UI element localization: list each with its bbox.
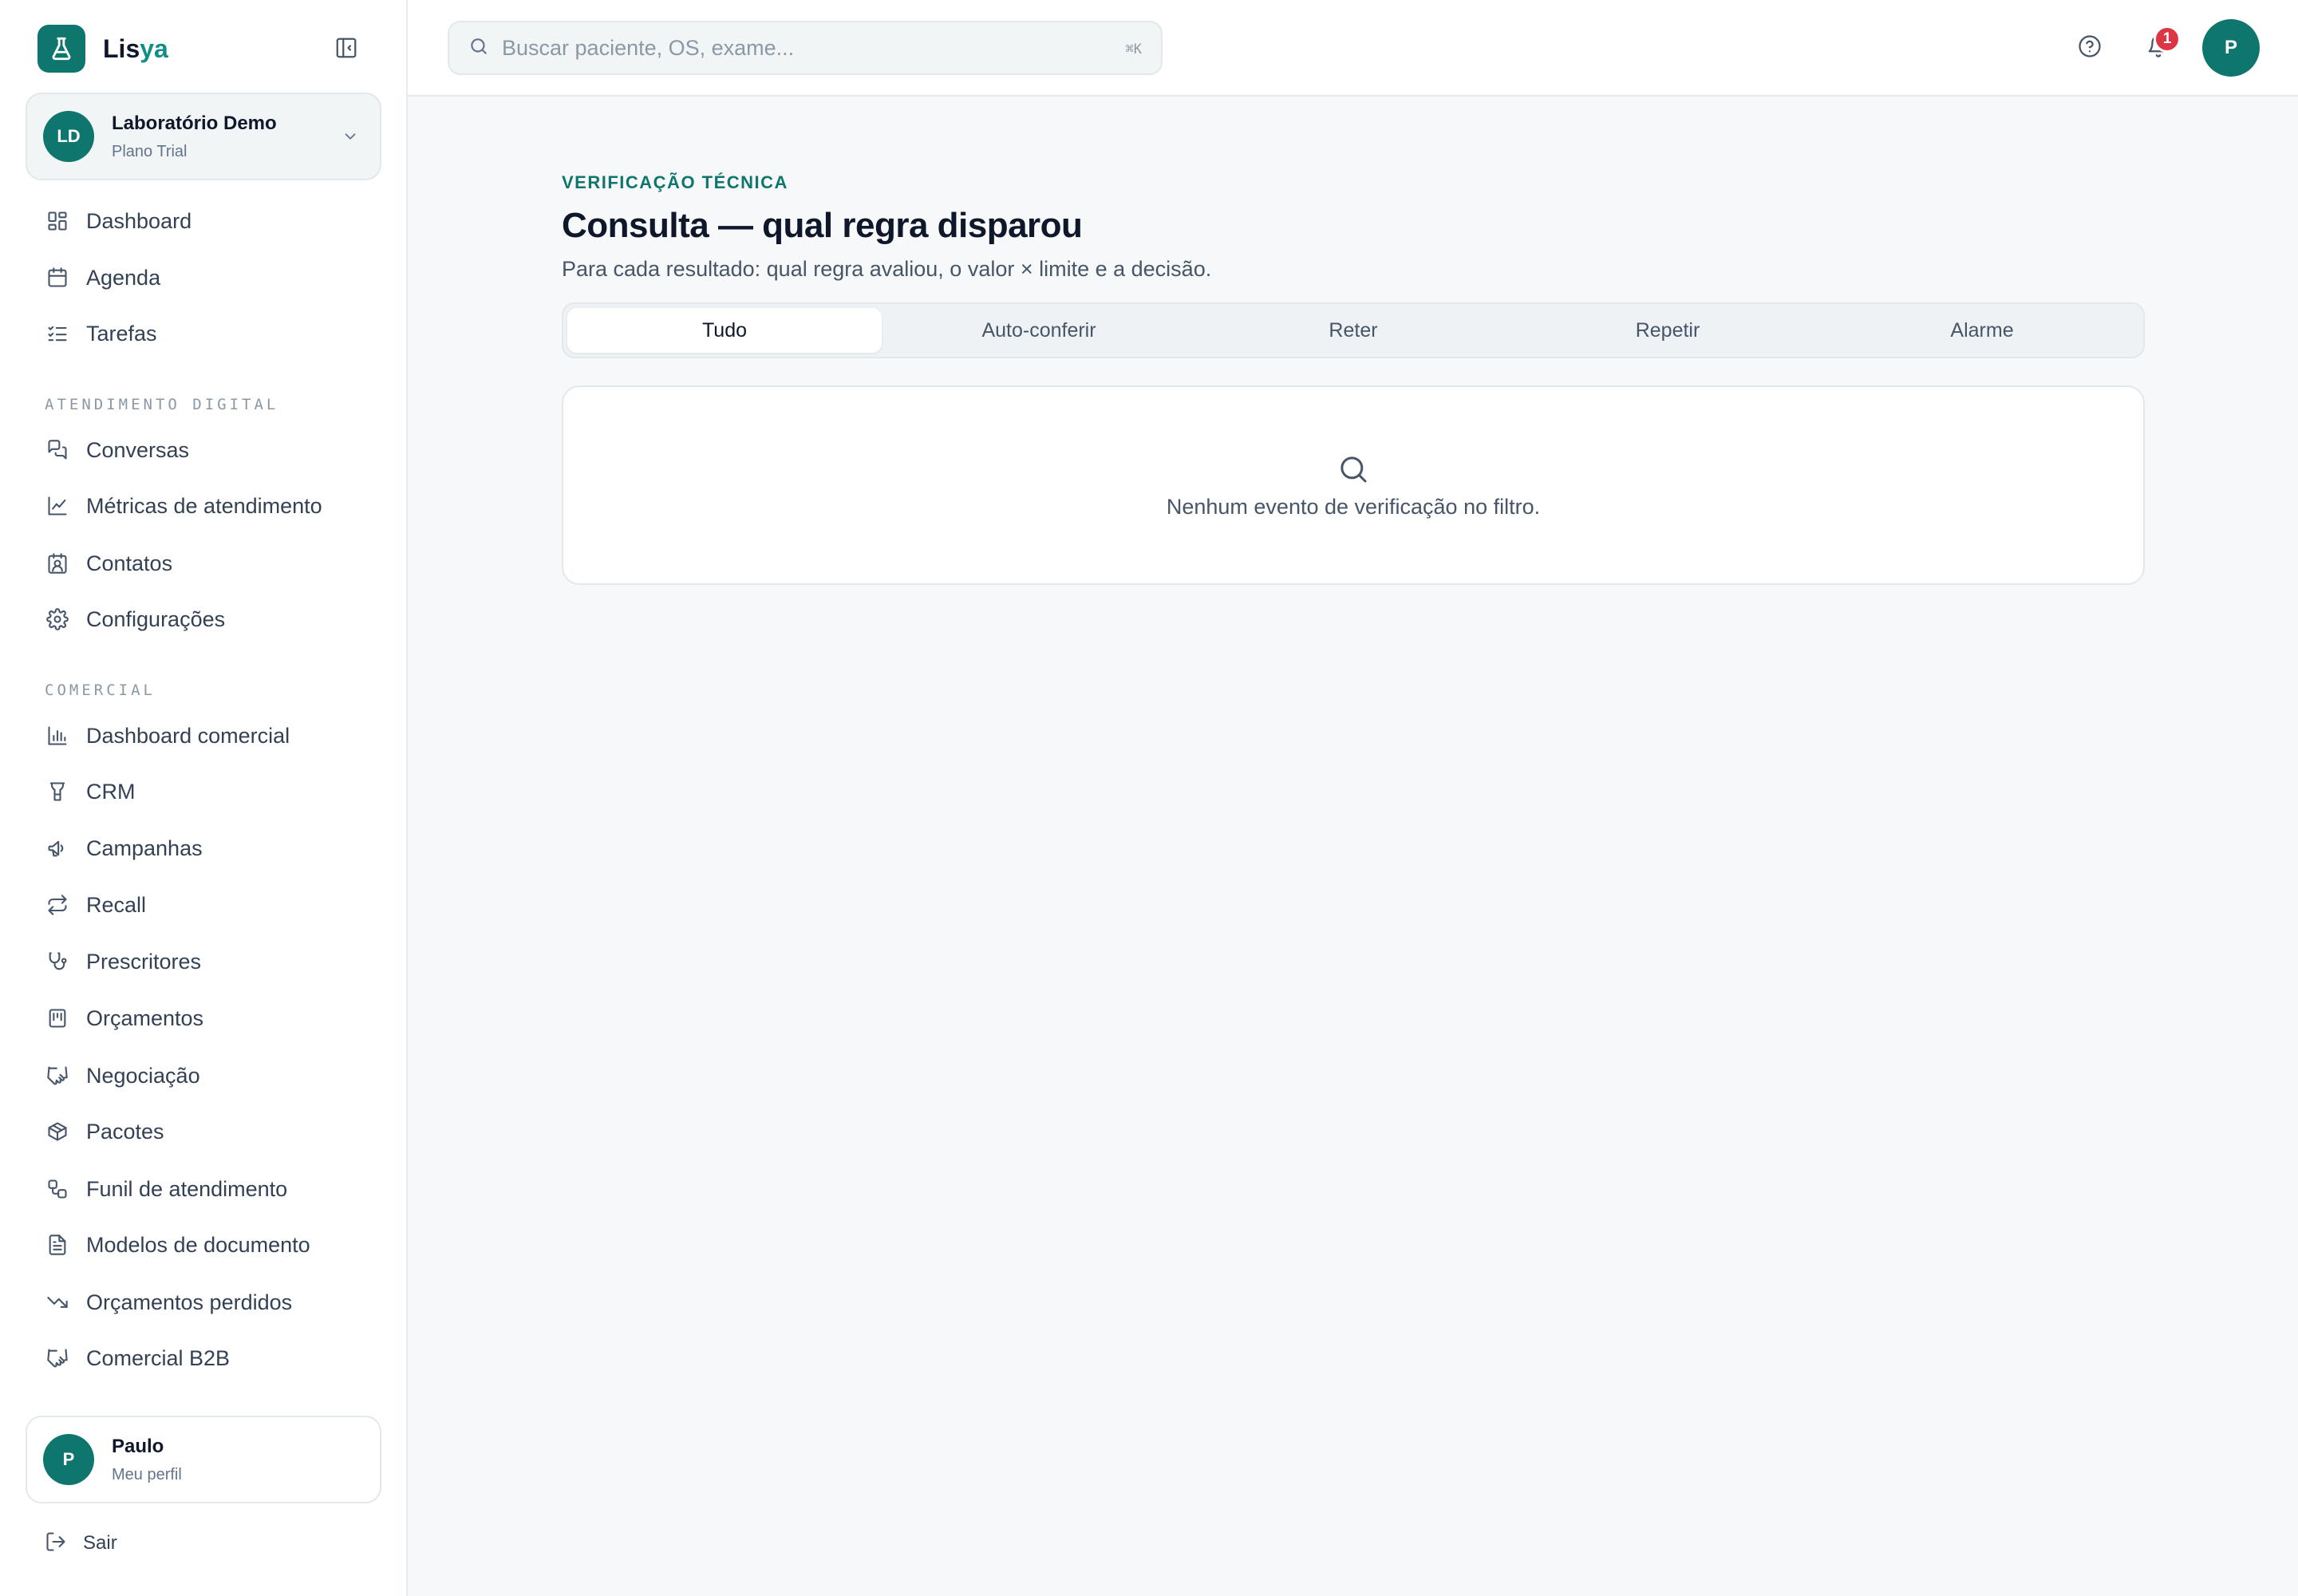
help-circle-icon <box>2078 34 2102 62</box>
tab-alarme[interactable]: Alarme <box>1825 308 2139 353</box>
logout-button[interactable]: Sair <box>32 1521 117 1566</box>
org-plan: Plano Trial <box>112 142 188 160</box>
flask-icon <box>38 25 85 73</box>
sidebar-item-pacotes[interactable]: Pacotes <box>32 1109 383 1154</box>
chevron-down-icon <box>338 124 362 148</box>
list-checks-icon <box>45 321 70 346</box>
search-icon <box>468 36 489 61</box>
sidebar-item-contatos[interactable]: Contatos <box>32 541 383 586</box>
page-title: Consulta — qual regra disparou <box>562 206 1083 245</box>
org-switcher[interactable]: LD Laboratório Demo Plano Trial <box>26 93 381 180</box>
gear-icon <box>45 606 70 632</box>
repeat-icon <box>45 892 70 918</box>
user-profile-card[interactable]: P Paulo Meu perfil <box>26 1416 381 1503</box>
line-chart-icon <box>45 493 70 519</box>
file-text-icon <box>45 1232 70 1258</box>
contact-icon <box>45 551 70 576</box>
panel-left-close-icon <box>334 36 358 64</box>
search-input[interactable] <box>502 35 1108 61</box>
filter-tabs: Tudo Auto-conferir Reter Repetir Alarme <box>562 302 2145 358</box>
sidebar-item-orcamentos-perdidos[interactable]: Orçamentos perdidos <box>32 1280 383 1325</box>
package-icon <box>45 1119 70 1144</box>
user-profile-link: Meu perfil <box>112 1465 182 1483</box>
sidebar-item-dashboard[interactable]: Dashboard <box>32 199 383 243</box>
trending-down-icon <box>45 1290 70 1315</box>
org-name: Laboratório Demo <box>112 112 277 134</box>
empty-state-message: Nenhum evento de verificação no filtro. <box>1166 494 1541 519</box>
help-button[interactable] <box>2074 32 2106 64</box>
section-label-atendimento-digital: ATENDIMENTO DIGITAL <box>45 396 279 413</box>
sidebar-item-funil-de-atendimento[interactable]: Funil de atendimento <box>32 1167 383 1211</box>
stethoscope-icon <box>45 949 70 974</box>
handshake-icon <box>45 1063 70 1088</box>
log-out-icon <box>45 1531 67 1557</box>
tab-auto-conferir[interactable]: Auto-conferir <box>882 308 1196 353</box>
sidebar: Lisya LD Laboratório Demo Plano Trial Da… <box>0 0 408 1596</box>
messages-icon <box>45 437 70 463</box>
page-subtitle: Para cada resultado: qual regra avaliou,… <box>562 257 1212 281</box>
layout-dashboard-icon <box>45 208 70 234</box>
user-name: Paulo <box>112 1435 164 1457</box>
sidebar-item-conversas[interactable]: Conversas <box>32 428 383 472</box>
main-content: VERIFICAÇÃO TÉCNICA Consulta — qual regr… <box>562 172 2145 585</box>
account-avatar-button[interactable]: P <box>2202 19 2260 77</box>
sidebar-item-comercial-b2b[interactable]: Comercial B2B <box>32 1336 383 1381</box>
top-bar: ⌘K 1 P <box>408 0 2298 97</box>
sidebar-item-recall[interactable]: Recall <box>32 883 383 927</box>
brand-name: Lisya <box>103 34 168 63</box>
tab-reter[interactable]: Reter <box>1196 308 1510 353</box>
megaphone-icon <box>45 836 70 861</box>
page-eyebrow: VERIFICAÇÃO TÉCNICA <box>562 172 788 192</box>
sidebar-item-agenda[interactable]: Agenda <box>32 255 383 300</box>
sidebar-item-negociacao[interactable]: Negociação <box>32 1053 383 1098</box>
empty-state-card: Nenhum evento de verificação no filtro. <box>562 385 2145 585</box>
search-icon <box>1336 452 1371 487</box>
sidebar-collapse-button[interactable] <box>330 35 362 64</box>
sidebar-item-dashboard-comercial[interactable]: Dashboard comercial <box>32 713 383 758</box>
search-bar[interactable]: ⌘K <box>448 21 1163 75</box>
org-avatar: LD <box>43 111 94 162</box>
bar-chart-icon <box>45 723 70 749</box>
search-shortcut-hint: ⌘K <box>1125 41 1142 57</box>
sidebar-item-campanhas[interactable]: Campanhas <box>32 826 383 871</box>
sidebar-item-crm[interactable]: CRM <box>32 769 383 814</box>
funnel-icon <box>45 779 70 804</box>
section-label-comercial: COMERCIAL <box>45 681 156 699</box>
sidebar-item-tarefas[interactable]: Tarefas <box>32 311 383 356</box>
handshake-icon <box>45 1345 70 1371</box>
notification-count-badge: 1 <box>2154 26 2181 53</box>
calendar-icon <box>45 265 70 290</box>
tab-repetir[interactable]: Repetir <box>1510 308 1825 353</box>
brand[interactable]: Lisya <box>38 25 168 73</box>
sidebar-item-prescritores[interactable]: Prescritores <box>32 939 383 984</box>
sidebar-item-metricas-de-atendimento[interactable]: Métricas de atendimento <box>32 484 383 528</box>
tab-tudo[interactable]: Tudo <box>567 308 882 353</box>
sidebar-item-orcamentos[interactable]: Orçamentos <box>32 996 383 1041</box>
user-avatar: P <box>43 1434 94 1485</box>
sidebar-item-modelos-de-documento[interactable]: Modelos de documento <box>32 1223 383 1267</box>
sidebar-item-configuracoes[interactable]: Configurações <box>32 597 383 642</box>
workflow-icon <box>45 1176 70 1202</box>
calculator-icon <box>45 1005 70 1031</box>
